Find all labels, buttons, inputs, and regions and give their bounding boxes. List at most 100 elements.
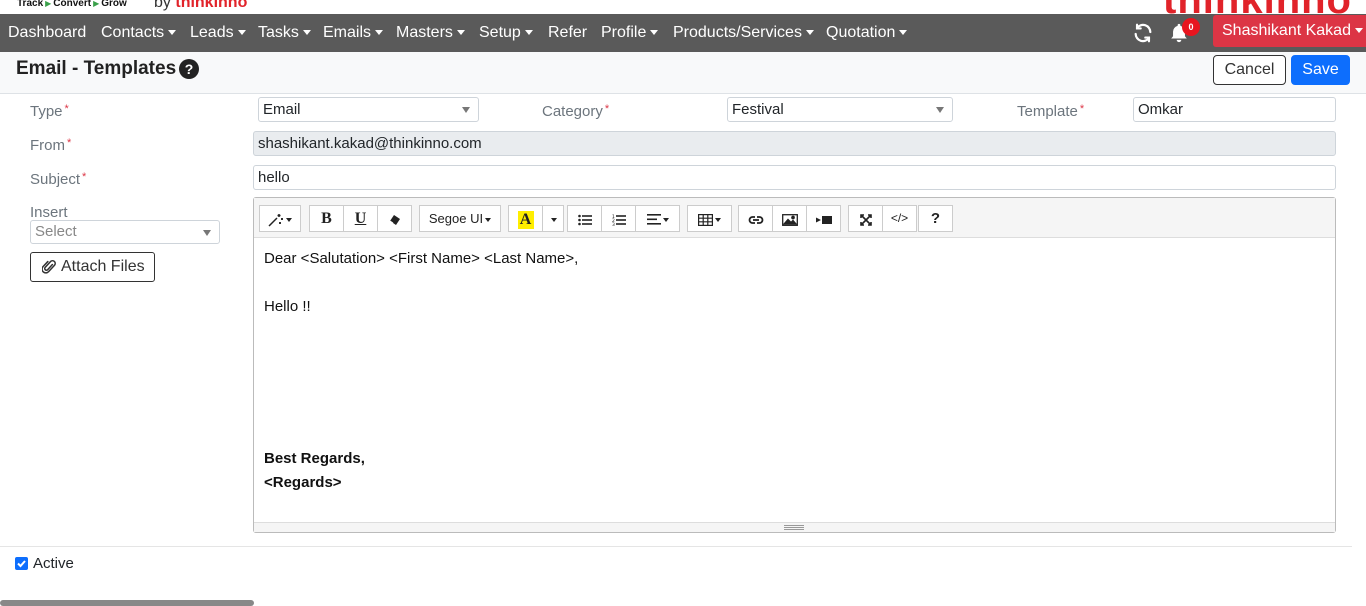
caret-down-icon [899,30,908,36]
clear-format-button[interactable] [377,205,412,232]
brand-strip: Track▶Convert▶Grow by thinkinno thinkinn… [0,0,1366,14]
nav-profile-label: Profile [601,24,647,41]
subject-label: Subject * [30,171,86,188]
title-bar: Email - Templates ? Cancel Save [0,52,1366,94]
required-mark: * [604,103,610,115]
nav-leads[interactable]: Leads [190,14,246,52]
template-label-text: Template [1017,103,1078,120]
caret-down-icon [805,30,814,36]
caret-down-icon [715,217,721,222]
nav-quotation-label: Quotation [826,24,896,41]
font-color-button[interactable]: A [508,205,543,232]
video-button[interactable] [806,205,841,232]
type-value: Email [263,101,301,118]
caret-down-icon [485,217,492,222]
category-value: Festival [732,101,784,118]
style-magic-button[interactable] [259,205,301,232]
tagline-grow: Grow [101,0,127,9]
from-label-text: From [30,137,65,154]
play-arrow-icon: ▶ [93,0,100,8]
tagline-convert: Convert [53,0,92,9]
body-line-regards: Best Regards, [264,450,365,467]
from-label: From * [30,137,71,154]
fullscreen-button[interactable] [848,205,883,232]
select-caret-icon [936,107,944,113]
nav-dashboard-label: Dashboard [8,24,87,41]
cancel-button[interactable]: Cancel [1213,55,1286,85]
highlight-a-icon: A [517,210,534,229]
paragraph-align-button[interactable] [635,205,680,232]
category-select[interactable]: Festival [727,97,953,122]
font-color-dropdown[interactable] [542,205,564,232]
nav-contacts[interactable]: Contacts [101,14,177,52]
svg-text:3: 3 [612,222,615,226]
main-navbar: Dashboard Contacts Leads Tasks Emails Ma… [0,14,1366,52]
brand-logo: thinkinno [1163,0,1352,14]
nav-setup-label: Setup [479,24,521,41]
body-line-greeting: Dear <Salutation> <First Name> <Last Nam… [264,250,579,267]
font-family-button[interactable]: Segoe UI [419,205,501,232]
grip-icon [784,525,804,530]
help-icon[interactable]: ? [179,59,199,79]
attach-files-button[interactable]: Attach Files [30,252,155,282]
nav-dashboard[interactable]: Dashboard [8,14,86,52]
caret-down-icon [1354,28,1363,34]
code-view-button[interactable]: </> [882,205,917,232]
subject-label-text: Subject [30,171,81,188]
image-button[interactable] [772,205,807,232]
table-button[interactable] [687,205,732,232]
nav-products-services[interactable]: Products/Services [673,14,814,52]
image-icon [781,213,798,226]
editor-resize-handle[interactable] [254,522,1335,532]
nav-setup[interactable]: Setup [479,14,533,52]
caret-down-icon [237,30,246,36]
editor-help-button[interactable]: ? [918,205,953,232]
caret-down-icon [168,30,177,36]
save-button[interactable]: Save [1291,55,1350,85]
unordered-list-button[interactable] [567,205,602,232]
nav-quotation[interactable]: Quotation [826,14,908,52]
checkmark-icon [17,560,26,568]
code-icon: </> [890,211,909,225]
subject-input[interactable]: hello [253,165,1336,190]
caret-down-icon [650,30,659,36]
align-left-icon [646,214,661,225]
active-label: Active [33,555,74,572]
insert-select[interactable]: Select [30,220,220,244]
refresh-icon[interactable] [1132,22,1154,44]
nav-profile[interactable]: Profile [601,14,659,52]
required-mark: * [1079,103,1085,115]
subject-value: hello [258,169,290,186]
font-family-label: Segoe UI [428,211,484,226]
underline-button[interactable]: U [343,205,378,232]
active-checkbox[interactable] [15,557,28,570]
select-caret-icon [203,230,211,236]
nav-contacts-label: Contacts [101,24,165,41]
nav-masters[interactable]: Masters [396,14,465,52]
user-menu-button[interactable]: Shashikant Kakad [1213,15,1366,47]
nav-leads-label: Leads [190,24,234,41]
select-caret-icon [462,107,470,113]
eraser-icon [389,214,400,225]
ordered-list-button[interactable]: 123 [601,205,636,232]
nav-tasks[interactable]: Tasks [258,14,311,52]
nav-refer[interactable]: Refer [548,14,587,52]
horizontal-scrollbar[interactable] [0,600,254,606]
from-value: shashikant.kakad@thinkinno.com [258,135,482,152]
tagline: Track ▶ Convert ▶ Grow [17,0,127,9]
caret-down-icon [286,217,292,222]
brand-name-small: thinkinno [175,0,248,11]
nav-emails-label: Emails [323,24,372,41]
category-label-text: Category [542,103,603,120]
body-line-signature: <Regards> [264,474,342,491]
template-input[interactable]: Omkar [1133,97,1336,122]
play-arrow-icon: ▶ [45,0,52,8]
caret-down-icon [456,30,465,36]
user-name: Shashikant Kakad [1222,22,1351,39]
bold-button[interactable]: B [309,205,344,232]
link-button[interactable] [738,205,773,232]
caret-down-icon [524,30,533,36]
numbered-list-icon: 123 [612,214,626,226]
nav-emails[interactable]: Emails [323,14,384,52]
type-select[interactable]: Email [258,97,479,122]
